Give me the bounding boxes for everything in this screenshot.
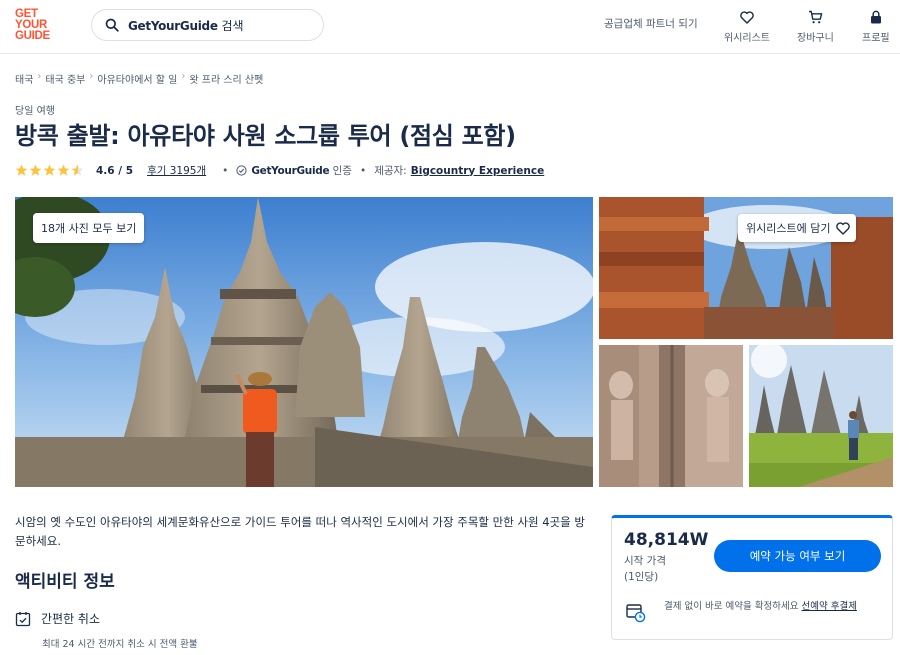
booking-card: 48,814W 시작 가격 (1인당) 예약 가능 여부 보기 결제 없이 바로… — [611, 515, 893, 640]
wishlist-nav-label: 위시리스트 — [724, 33, 770, 44]
activity-category: 당일 여행 — [15, 106, 55, 117]
search-placeholder: GetYourGuide 검색 — [128, 17, 244, 34]
provider-label: 제공자: — [374, 165, 407, 177]
cart-icon — [808, 9, 823, 25]
verified-check-icon — [236, 165, 247, 176]
price-value: 48,814W — [624, 530, 709, 550]
calendar-clock-icon — [626, 604, 646, 623]
photo-tourist-at-temple[interactable] — [749, 345, 893, 487]
photo-stone-carvings[interactable] — [599, 345, 743, 487]
breadcrumb-item-thailand[interactable]: 태국 — [15, 71, 33, 86]
rating-value: 4.6 / 5 — [96, 164, 134, 177]
getyourguide-logo[interactable]: GET YOUR GUIDE — [15, 8, 59, 42]
star-icon — [29, 164, 42, 176]
lock-icon — [870, 9, 882, 25]
profile-nav-label: 프로필 — [862, 33, 890, 44]
separator-dot: • — [359, 164, 367, 177]
page-title: 방콕 출발: 아유타야 사원 소그룹 투어 (점심 포함) — [15, 122, 516, 150]
breadcrumb: 태국 › 태국 중부 › 아유타야에서 할 일 › 왓 프라 스리 산펫 — [15, 71, 263, 86]
half-star-icon — [71, 164, 84, 176]
wishlist-nav[interactable]: 위시리스트 — [724, 9, 770, 44]
check-availability-button[interactable]: 예약 가능 여부 보기 — [714, 540, 881, 572]
breadcrumb-item-ayutthaya[interactable]: 아유타야에서 할 일 — [97, 71, 177, 86]
cart-nav[interactable]: 장바구니 — [797, 9, 834, 44]
breadcrumb-separator: › — [89, 71, 94, 82]
search-suffix: 검색 — [217, 18, 244, 33]
profile-nav[interactable]: 프로필 — [862, 9, 890, 44]
per-person-label: (1인당) — [624, 571, 659, 583]
free-cancellation-feature: 간편한 취소 — [15, 610, 100, 627]
verified-suffix: 인증 — [329, 165, 352, 177]
search-input[interactable]: GetYourGuide 검색 — [91, 9, 324, 41]
price-label: 시작 가격 (1인당) — [624, 553, 666, 585]
breadcrumb-separator: › — [37, 71, 42, 82]
reserve-now-pay-later-link[interactable]: 선예약 후결제 — [801, 601, 856, 612]
add-to-wishlist-label: 위시리스트에 담기 — [746, 222, 831, 235]
reserve-now-pay-later-note: 결제 없이 바로 예약을 확정하세요 선예약 후결제 — [664, 599, 884, 614]
calendar-check-icon — [15, 611, 31, 626]
main-photo-ayutthaya-temple[interactable]: 18개 사진 모두 보기 — [15, 197, 593, 487]
verified-badge: GetYourGuide 인증 — [236, 163, 352, 178]
heart-icon — [740, 9, 754, 25]
rating-row: 4.6 / 5 후기 3195개 • GetYourGuide 인증 • 제공자… — [15, 163, 544, 178]
photo-ruins-closeup[interactable]: 위시리스트에 담기 — [599, 197, 893, 339]
cart-nav-label: 장바구니 — [797, 33, 834, 44]
logo-line-3: GUIDE — [15, 30, 50, 42]
free-cancellation-subtitle: 최대 24 시간 전까지 취소 시 전액 환불 — [42, 639, 198, 650]
reserve-note-text: 결제 없이 바로 예약을 확정하세요 — [664, 601, 802, 612]
free-cancellation-title: 간편한 취소 — [41, 612, 101, 626]
view-all-photos-button[interactable]: 18개 사진 모두 보기 — [33, 213, 145, 243]
provider-link[interactable]: Bigcountry Experience — [411, 165, 545, 177]
separator-dot: • — [222, 164, 229, 177]
search-icon — [102, 15, 122, 35]
star-icon — [15, 164, 28, 176]
supplier-partner-link[interactable]: 공급업체 파트너 되기 — [604, 16, 698, 31]
top-header: GET YOUR GUIDE GetYourGuide 검색 공급업체 파트너 … — [0, 0, 900, 54]
rating-stars — [15, 164, 84, 177]
breadcrumb-item-wat-phra-si-sanphet[interactable]: 왓 프라 스리 산펫 — [189, 71, 263, 86]
reviews-link[interactable]: 후기 3195개 — [147, 163, 206, 178]
breadcrumb-separator: › — [181, 71, 186, 82]
breadcrumb-item-central-thailand[interactable]: 태국 중부 — [45, 71, 85, 86]
activity-description: 시암의 옛 수도인 아유타야의 세계문화유산으로 가이드 투어를 떠나 역사적인… — [15, 515, 585, 548]
search-brand: GetYourGuide — [128, 18, 218, 33]
star-icon — [57, 164, 70, 176]
heart-icon — [836, 221, 851, 235]
verified-brand: GetYourGuide — [251, 165, 330, 177]
add-to-wishlist-button[interactable]: 위시리스트에 담기 — [738, 214, 857, 242]
star-icon — [43, 164, 56, 176]
price-from-label: 시작 가격 — [624, 555, 666, 567]
activity-info-title: 액티비티 정보 — [15, 572, 115, 592]
